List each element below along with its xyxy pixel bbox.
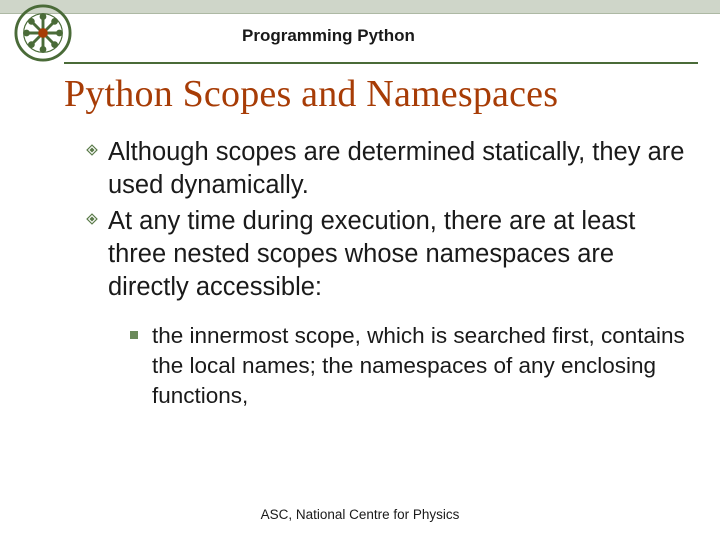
slide-title: Python Scopes and Namespaces	[64, 72, 698, 116]
list-item: the innermost scope, which is searched f…	[130, 321, 686, 410]
bullet-text: the innermost scope, which is searched f…	[152, 321, 686, 410]
diamond-bullet-icon	[86, 205, 108, 225]
footer-text: ASC, National Centre for Physics	[0, 507, 720, 522]
list-item: Although scopes are determined staticall…	[86, 136, 686, 201]
content-body: Although scopes are determined staticall…	[86, 136, 686, 410]
header: Programming Python	[0, 14, 720, 58]
diamond-bullet-icon	[86, 136, 108, 156]
institution-logo	[14, 4, 72, 62]
seal-icon	[14, 4, 72, 62]
slide: Programming Python Python Scopes and Nam…	[0, 0, 720, 540]
list-item: At any time during execution, there are …	[86, 205, 686, 303]
header-subject: Programming Python	[242, 26, 415, 46]
title-rule	[64, 62, 698, 64]
bullet-text: Although scopes are determined staticall…	[108, 136, 686, 201]
bullet-text: At any time during execution, there are …	[108, 205, 686, 303]
top-decor-bar	[0, 0, 720, 14]
square-bullet-icon	[130, 321, 152, 339]
